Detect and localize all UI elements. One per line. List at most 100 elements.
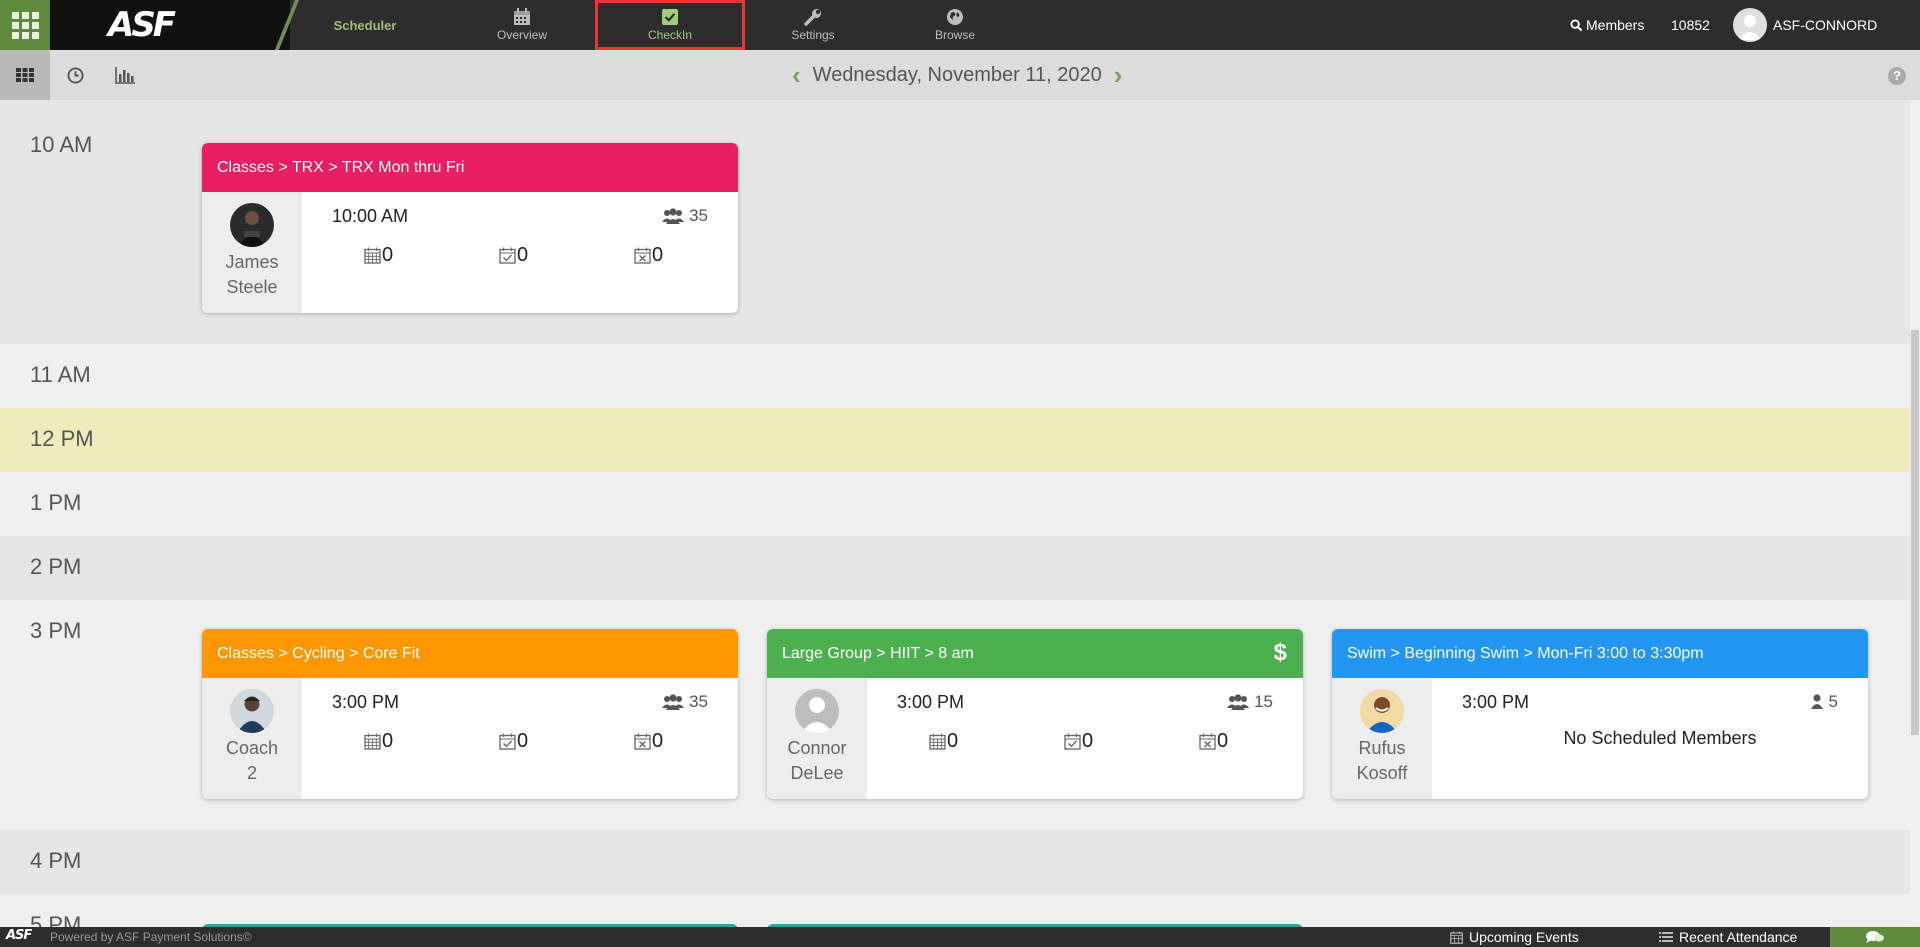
- list-icon: [1659, 932, 1673, 942]
- stats-view-button[interactable]: [100, 50, 150, 100]
- globe-icon: [946, 8, 964, 26]
- members-count: 10852: [1671, 17, 1710, 33]
- instructor[interactable]: Connor DeLee: [767, 678, 867, 799]
- hour-row: 4 PM: [0, 830, 1910, 894]
- upcoming-events-link[interactable]: Upcoming Events: [1450, 929, 1579, 945]
- calendar-check-icon: [499, 247, 516, 264]
- calendar-check-icon: [499, 733, 516, 750]
- hour-label: 1 PM: [30, 490, 82, 515]
- instructor-last-name: Kosoff: [1356, 763, 1408, 783]
- nav-settings-label: Settings: [791, 28, 835, 42]
- nav-checkin[interactable]: CheckIn: [595, 0, 745, 50]
- bar-chart-icon: [115, 66, 135, 84]
- class-title: Large Group > HIIT > 8 am: [782, 644, 974, 662]
- scheduled-stat[interactable]: 0: [364, 244, 499, 267]
- next-day-icon[interactable]: ›: [1114, 60, 1123, 91]
- nav-settings[interactable]: Settings: [743, 0, 883, 50]
- members-label: Members: [1586, 17, 1645, 33]
- hour-label: 11 AM: [30, 362, 91, 387]
- no-members-message: No Scheduled Members: [1563, 728, 1757, 748]
- class-time: 3:00 PM: [332, 692, 400, 712]
- instructor-last-name: DeLee: [790, 763, 844, 783]
- instructor-photo: [1360, 689, 1404, 733]
- calendar-icon: [929, 733, 946, 750]
- checked-in-stat[interactable]: 0: [499, 244, 634, 267]
- class-title: Classes > Cycling > Core Fit: [217, 644, 420, 662]
- schedule-grid: 10 AM 11 AM 12 PM 1 PM 2 PM 3 PM 4 PM 5 …: [0, 100, 1910, 927]
- checked-in-stat[interactable]: 0: [1064, 730, 1199, 753]
- scheduled-stat[interactable]: 0: [364, 730, 499, 753]
- asf-logo[interactable]: ASF: [108, 3, 176, 47]
- top-nav: ASF Scheduler Overview CheckIn Settings …: [0, 0, 1920, 52]
- calendar-times-icon: [634, 247, 651, 264]
- instructor[interactable]: Rufus Kosoff: [1332, 678, 1432, 799]
- checked-in-stat[interactable]: 0: [499, 730, 634, 753]
- class-capacity: 5: [1810, 692, 1838, 712]
- dollar-icon: $: [1273, 639, 1287, 666]
- hour-row: 5 PM: [0, 894, 1910, 927]
- date-navigator: ‹ Wednesday, November 11, 2020 ›: [780, 50, 1134, 100]
- hour-label: 4 PM: [30, 848, 82, 873]
- attendance-stats: 0 0 0: [929, 730, 1303, 753]
- hour-label: 10 AM: [30, 132, 93, 157]
- class-title: Classes > TRX > TRX Mon thru Fri: [217, 158, 465, 176]
- class-card-header[interactable]: Classes > Cycling > Core Fit: [202, 629, 738, 678]
- cancelled-stat[interactable]: 0: [634, 244, 738, 267]
- hour-label: 12 PM: [30, 426, 94, 451]
- scheduled-stat[interactable]: 0: [929, 730, 1064, 753]
- check-square-icon: [662, 8, 678, 26]
- instructor[interactable]: James Steele: [202, 192, 302, 313]
- attendance-stats: 0 0 0: [364, 730, 738, 753]
- capacity-count: 15: [1254, 692, 1273, 711]
- user-menu[interactable]: ASF-CONNORD: [1733, 0, 1877, 50]
- class-time: 10:00 AM: [332, 206, 409, 226]
- class-time: 3:00 PM: [897, 692, 965, 712]
- class-card-header[interactable]: Classes > TRX > TRX Mon thru Fri: [202, 143, 738, 192]
- class-card-header[interactable]: Large Group > HIIT > 8 am $: [767, 629, 1303, 678]
- time-view-button[interactable]: [50, 50, 100, 100]
- scheduled-count: 0: [947, 730, 959, 752]
- checked-in-count: 0: [517, 730, 529, 752]
- user-name: ASF-CONNORD: [1773, 17, 1878, 33]
- help-icon[interactable]: ?: [1888, 67, 1906, 85]
- scheduled-count: 0: [382, 244, 394, 266]
- instructor-first-name: James: [225, 252, 279, 272]
- capacity-count: 35: [689, 206, 708, 225]
- instructor-photo: [230, 203, 274, 247]
- user-icon: [1810, 694, 1823, 709]
- cancelled-stat[interactable]: 0: [634, 730, 738, 753]
- upcoming-events-label: Upcoming Events: [1469, 929, 1579, 945]
- class-card[interactable]: Swim > Beginning Swim > Mon-Fri 3:00 to …: [1332, 629, 1868, 799]
- attendance-stats: 0 0 0: [364, 244, 738, 267]
- recent-attendance-link[interactable]: Recent Attendance: [1659, 929, 1797, 945]
- members-link[interactable]: Members: [1570, 0, 1644, 50]
- instructor-last-name: Steele: [226, 277, 278, 297]
- grid-view-button[interactable]: [0, 50, 50, 100]
- nav-checkin-label: CheckIn: [647, 28, 693, 42]
- hour-row-current: 12 PM: [0, 408, 1910, 472]
- calendar-times-icon: [1199, 733, 1216, 750]
- class-card[interactable]: Classes > Cycling > Core Fit Coach 2 3:0…: [202, 629, 738, 799]
- class-card[interactable]: Classes > TRX > TRX Mon thru Fri James S…: [202, 143, 738, 313]
- nav-overview-label: Overview: [496, 28, 547, 42]
- class-card-header[interactable]: Swim > Beginning Swim > Mon-Fri 3:00 to …: [1332, 629, 1868, 678]
- calendar-icon: [1450, 930, 1463, 944]
- calendar-icon: [513, 8, 531, 26]
- instructor[interactable]: Coach 2: [202, 678, 302, 799]
- scrollbar-thumb[interactable]: [1911, 330, 1919, 735]
- search-icon: [1570, 18, 1583, 31]
- hour-row: 11 AM: [0, 344, 1910, 408]
- user-avatar-icon: [1733, 8, 1767, 42]
- chat-button[interactable]: [1830, 927, 1920, 947]
- nav-overview[interactable]: Overview: [452, 0, 592, 50]
- nav-scheduler[interactable]: Scheduler: [305, 0, 425, 50]
- cancelled-stat[interactable]: 0: [1199, 730, 1303, 753]
- class-card[interactable]: Large Group > HIIT > 8 am $ Connor DeLee…: [767, 629, 1303, 799]
- prev-day-icon[interactable]: ‹: [792, 60, 801, 91]
- grid-view-icon: [16, 68, 34, 82]
- group-icon: [662, 208, 685, 224]
- apps-menu-button[interactable]: [0, 0, 50, 50]
- current-date[interactable]: Wednesday, November 11, 2020: [813, 64, 1102, 87]
- nav-browse[interactable]: Browse: [885, 0, 1025, 50]
- recent-attendance-label: Recent Attendance: [1679, 929, 1798, 945]
